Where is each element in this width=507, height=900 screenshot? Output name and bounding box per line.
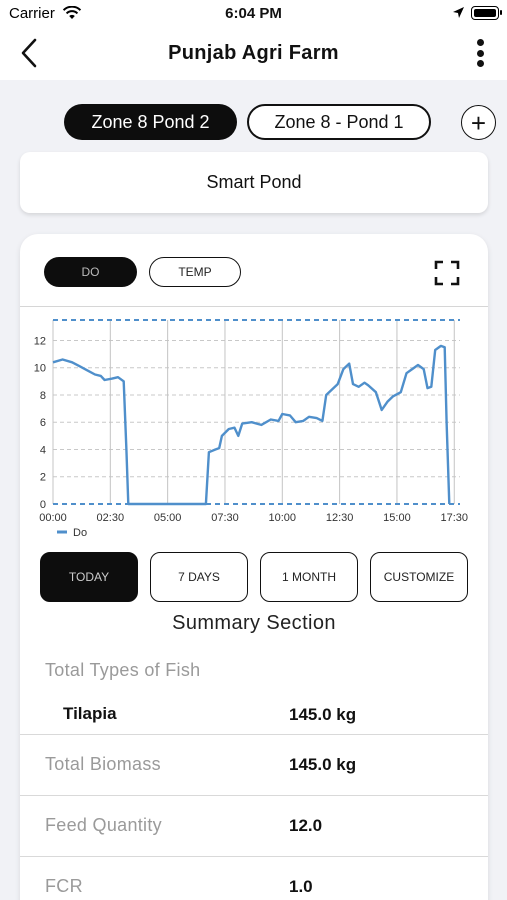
y-tick-label: 8	[40, 390, 46, 402]
summary-title: Summary Section	[172, 612, 336, 634]
pond-tab-zone-8-pond-2[interactable]: Zone 8 Pond 2	[64, 104, 237, 140]
dot-icon	[476, 60, 484, 67]
divider	[20, 795, 488, 796]
y-tick-label: 6	[40, 417, 46, 429]
dot-icon	[476, 49, 484, 57]
divider	[20, 856, 488, 857]
y-tick-label: 0	[40, 499, 46, 511]
x-tick-label: 15:00	[383, 512, 411, 524]
y-tick-label: 4	[40, 444, 46, 456]
pond-tab-zone-8-pond-1[interactable]: Zone 8 - Pond 1	[247, 104, 431, 140]
status-bar: Carrier 6:04 PM	[0, 0, 507, 28]
fcr-label: FCR	[45, 876, 83, 896]
x-tick-label: 10:00	[269, 512, 297, 524]
device-name: Smart Pond	[206, 172, 302, 192]
range-1-month-button[interactable]: 1 MONTH	[260, 552, 358, 602]
more-options-button[interactable]	[468, 38, 492, 68]
do-series-line	[52, 344, 451, 506]
x-tick-label: 12:30	[326, 512, 354, 524]
location-arrow-icon	[453, 7, 464, 18]
plus-icon: +	[470, 107, 487, 138]
y-tick-label: 2	[40, 472, 46, 484]
x-tick-label: 17:30	[441, 512, 469, 524]
y-tick-label: 10	[34, 363, 46, 375]
do-line-chart: 0 2 4 6 8 10 12 00:00 02:30 05:00 07:30 10:00 12:30 1…	[34, 319, 469, 539]
device-card[interactable]: Smart Pond	[20, 152, 488, 213]
fish-types-label: Total Types of Fish	[45, 660, 201, 680]
y-tick-label: 12	[34, 335, 46, 347]
x-tick-label: 02:30	[97, 512, 125, 524]
fcr-value: 1.0	[289, 877, 313, 896]
battery-icon	[471, 6, 502, 20]
fish-weight: 145.0 kg	[289, 705, 357, 724]
feed-quantity-label: Feed Quantity	[45, 815, 162, 835]
range-7-days-button[interactable]: 7 DAYS	[150, 552, 248, 602]
feed-quantity-value: 12.0	[289, 816, 323, 835]
fish-name: Tilapia	[63, 704, 117, 723]
range-today-button[interactable]: TODAY	[40, 552, 138, 602]
divider	[20, 734, 488, 735]
page-title: Punjab Agri Farm	[168, 42, 339, 64]
total-biomass-value: 145.0 kg	[289, 755, 357, 774]
x-tick-label: 05:00	[154, 512, 182, 524]
nav-bar: Punjab Agri Farm	[0, 28, 507, 80]
x-tick-label: 07:30	[211, 512, 239, 524]
range-customize-button[interactable]: CUSTOMIZE	[370, 552, 468, 602]
legend-label: Do	[73, 527, 87, 539]
clock: 6:04 PM	[225, 5, 282, 22]
dot-icon	[476, 39, 484, 46]
add-pond-button[interactable]: +	[461, 105, 496, 140]
total-biomass-label: Total Biomass	[45, 754, 161, 774]
x-tick-label: 00:00	[39, 512, 67, 524]
chart-card: DO TEMP 0 2 4 6 8 10 12 00:00 02:30 05:00 07:30 10:…	[20, 234, 488, 900]
